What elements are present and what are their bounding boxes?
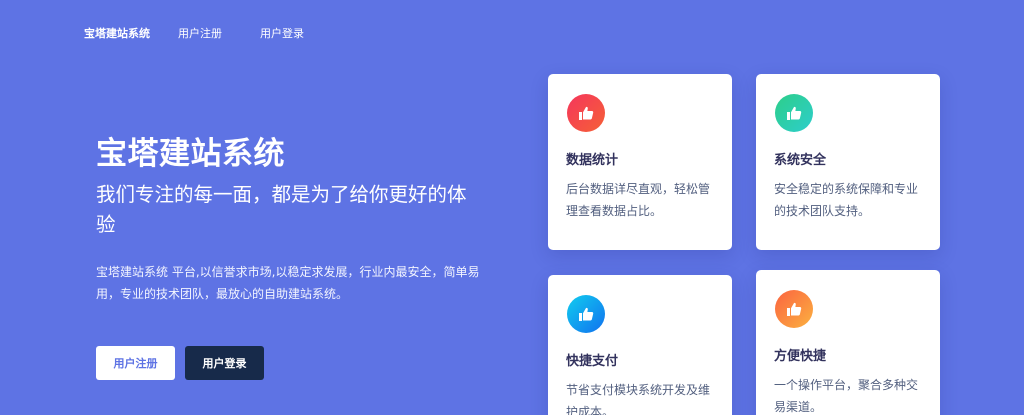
- hero-subtitle: 我们专注的每一面，都是为了给你更好的体验: [96, 183, 467, 236]
- nav-link-register[interactable]: 用户注册: [178, 25, 222, 41]
- nav-link-login[interactable]: 用户登录: [260, 25, 304, 41]
- feature-title: 方便快捷: [774, 349, 827, 364]
- thumbs-up-icon: [567, 94, 605, 132]
- hero-description: 宝塔建站系统 平台,以信誉求市场,以稳定求发展，行业内最安全，简单易用，专业的技…: [96, 265, 480, 301]
- thumbs-up-icon: [567, 295, 605, 333]
- feature-title: 系统安全: [774, 153, 827, 168]
- feature-description: 后台数据详尽直观，轻松管理查看数据占比。: [566, 182, 711, 218]
- feature-card-convenience: 方便快捷 一个操作平台，聚合多种交易渠道。: [756, 270, 940, 415]
- register-button[interactable]: 用户注册: [96, 346, 175, 380]
- login-button[interactable]: 用户登录: [185, 346, 264, 380]
- top-nav: 宝塔建站系统 用户注册 用户登录: [84, 24, 342, 42]
- feature-title: 快捷支付: [566, 354, 619, 369]
- feature-title: 数据统计: [566, 153, 619, 168]
- feature-description: 安全稳定的系统保障和专业的技术团队支持。: [774, 182, 919, 218]
- nav-brand[interactable]: 宝塔建站系统: [84, 25, 150, 41]
- hero-title: 宝塔建站系统: [96, 136, 285, 172]
- thumbs-up-icon: [775, 290, 813, 328]
- landing-page: 宝塔建站系统 用户注册 用户登录 宝塔建站系统 我们专注的每一面，都是为了给你更…: [0, 0, 1024, 415]
- feature-description: 一个操作平台，聚合多种交易渠道。: [774, 378, 919, 414]
- feature-card-system-security: 系统安全 安全稳定的系统保障和专业的技术团队支持。: [756, 74, 940, 250]
- feature-card-quick-payment: 快捷支付 节省支付模块系统开发及维护成本。: [548, 275, 732, 415]
- thumbs-up-icon: [775, 94, 813, 132]
- feature-description: 节省支付模块系统开发及维护成本。: [566, 383, 711, 415]
- feature-card-data-stats: 数据统计 后台数据详尽直观，轻松管理查看数据占比。: [548, 74, 732, 250]
